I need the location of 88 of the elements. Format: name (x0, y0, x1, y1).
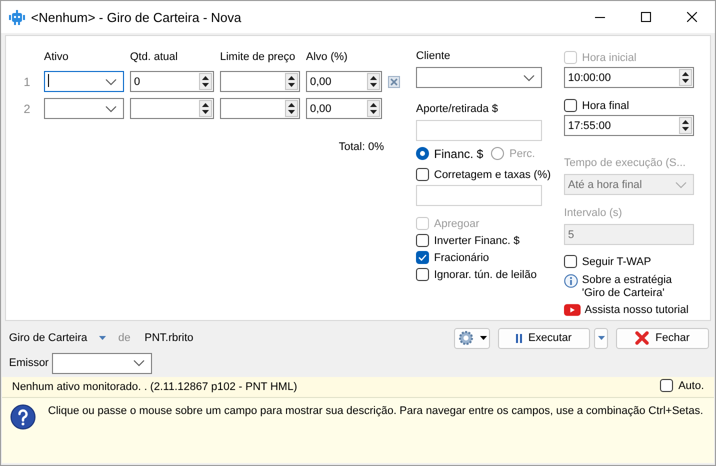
arrow-up-icon (202, 76, 209, 80)
quantity-spin-field[interactable]: 0 (130, 71, 214, 92)
fees-input-field[interactable] (416, 185, 542, 206)
robot-icon (9, 9, 25, 25)
total-label: Total: 0% (338, 141, 384, 153)
de-label: de (118, 332, 131, 344)
arrow-down-icon (288, 110, 295, 114)
arrow-down-icon (202, 110, 209, 114)
column-header: Limite de preço (220, 50, 296, 65)
field-label: Cliente (416, 49, 452, 64)
chevron-down-icon[interactable] (523, 74, 535, 82)
arrow-up-icon (202, 102, 209, 107)
spin-buttons-icon[interactable] (367, 73, 380, 90)
arrow-down-icon (682, 79, 689, 84)
status-text: Nenhum ativo monitorado. . (2.11.12867 p102 - PNT HML) (12, 381, 298, 393)
question-icon (10, 404, 36, 430)
remove-row-icon[interactable] (388, 76, 400, 88)
arrow-up-icon (682, 72, 689, 76)
arrow-down-icon (202, 83, 209, 88)
asset-combo[interactable] (44, 98, 124, 119)
strategy-label: Giro de Carteira (9, 332, 88, 344)
play-icon (564, 304, 581, 316)
quantity-spin-field[interactable] (130, 98, 214, 119)
checkbox[interactable]: Inverter Financ. $ (416, 232, 520, 249)
column-header: Qtd. atual (130, 50, 179, 65)
arrow-down-icon (682, 127, 689, 132)
minimize-icon[interactable] (595, 16, 605, 18)
arrow-down-icon (370, 83, 377, 88)
settings-button[interactable] (454, 328, 490, 348)
checkbox[interactable]: Corretagem e taxas (%) (416, 166, 551, 183)
help-text: Clique ou passe o mouse sobre um campo para mostrar sua descrição. Para navegar entre os campos, use a combinação Ctrl+Setas. (48, 404, 704, 419)
target-spin-field[interactable]: 0,00 (306, 71, 382, 92)
spin-buttons-icon[interactable] (285, 73, 298, 90)
spin-buttons-icon[interactable] (679, 117, 692, 134)
chevron-down-icon[interactable] (132, 359, 145, 367)
user-label: PNT.rbrito (144, 332, 194, 344)
row-number: 2 (22, 102, 32, 116)
info-icon (564, 274, 578, 288)
amount-input-field[interactable] (416, 120, 542, 141)
run-button[interactable]: Executar (498, 328, 590, 348)
price-limit-spin-field[interactable] (220, 71, 300, 92)
spin-buttons-icon[interactable] (367, 100, 380, 117)
arrow-up-icon (370, 76, 377, 80)
radio-button[interactable]: Financ. $ (416, 145, 484, 162)
field-label: Intervalo (s) (564, 206, 624, 221)
spin-buttons-icon[interactable] (285, 100, 298, 117)
end-time-spin-field[interactable]: 17:55:00 (564, 115, 694, 136)
spin-buttons-icon[interactable] (199, 73, 212, 90)
checkbox[interactable]: Ignorar. tún. de leilão (416, 266, 537, 283)
checkbox[interactable]: Auto. (660, 377, 704, 394)
arrow-up-icon (370, 102, 377, 107)
close-button[interactable]: Fechar (616, 328, 709, 348)
caret-down-icon[interactable] (99, 336, 106, 340)
checkmark-icon (418, 254, 427, 261)
checkbox[interactable]: Hora final (564, 97, 630, 114)
arrow-up-icon (288, 76, 295, 80)
field-label: Tempo de execução (S... (564, 156, 687, 171)
column-header: Alvo (%) (306, 50, 349, 65)
arrow-down-icon (288, 83, 295, 88)
gear-icon (458, 330, 474, 346)
chevron-down-icon[interactable] (105, 104, 117, 112)
target-spin-field[interactable]: 0,00 (306, 98, 382, 119)
asset-combo[interactable] (44, 71, 124, 92)
cross-icon (635, 331, 650, 345)
caret-down-icon (598, 336, 604, 340)
caret-down-icon (480, 336, 486, 340)
arrow-up-icon (682, 120, 689, 124)
column-header: Ativo (44, 50, 70, 65)
client-combo[interactable] (416, 67, 542, 88)
arrow-down-icon (370, 110, 377, 114)
window-title: <Nenhum> - Giro de Carteira - Nova (31, 10, 242, 24)
spin-buttons-icon[interactable] (679, 69, 692, 86)
pause-icon (516, 334, 522, 342)
help-link[interactable]: Assista nosso tutorial (584, 304, 694, 317)
arrow-up-icon (288, 102, 295, 107)
checkbox[interactable]: Seguir T-WAP (564, 253, 652, 270)
spin-buttons-icon[interactable] (199, 100, 212, 117)
issuer-combo[interactable] (52, 352, 152, 374)
row-number: 1 (22, 74, 32, 88)
checkbox[interactable]: Fracionário (416, 249, 490, 266)
chevron-down-icon[interactable] (105, 78, 117, 86)
field-label: Aporte/retirada $ (416, 102, 499, 117)
close-icon[interactable] (687, 12, 697, 22)
dropdown-button[interactable] (594, 328, 608, 348)
emissor-label: Emissor (9, 357, 49, 369)
price-limit-spin-field[interactable] (220, 98, 300, 119)
help-link[interactable]: Sobre a estratégia 'Giro de Carteira' (582, 274, 694, 300)
maximize-icon[interactable] (641, 12, 651, 22)
